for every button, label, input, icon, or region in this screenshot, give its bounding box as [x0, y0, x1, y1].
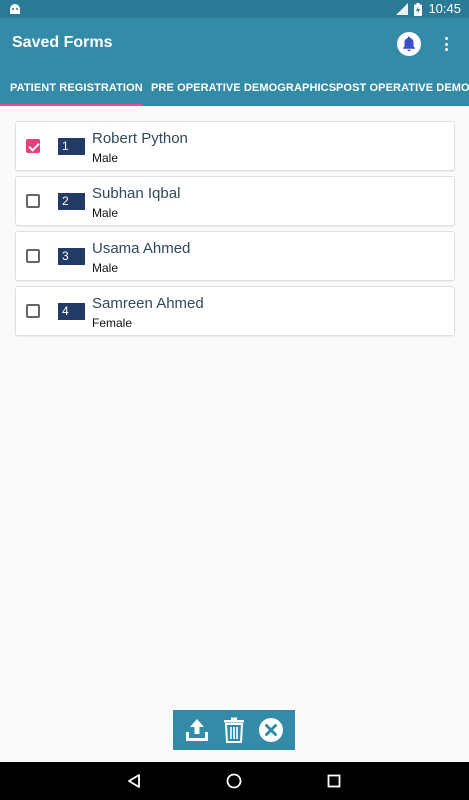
status-bar: 10:45	[0, 0, 469, 18]
close-button[interactable]	[257, 716, 285, 744]
patient-gender: Male	[92, 206, 119, 220]
close-icon	[258, 718, 283, 742]
more-vert-icon	[444, 37, 448, 40]
saved-forms-list: 1 Robert Python Male 2 Subhan Iqbal Male…	[15, 121, 455, 341]
patient-gender: Female	[92, 316, 133, 330]
form-number-badge: 1	[58, 138, 85, 155]
upload-icon	[186, 719, 209, 741]
form-number-badge: 2	[58, 193, 85, 210]
patient-name: Samreen Ahmed	[92, 295, 204, 312]
bell-icon	[403, 36, 415, 52]
action-toolbar	[173, 710, 295, 750]
android-icon	[10, 4, 20, 14]
patient-gender: Male	[92, 151, 119, 165]
tab-indicator	[0, 104, 142, 106]
tab-bar: PATIENT REGISTRATION PRE OPERATIVE DEMOG…	[0, 70, 469, 106]
delete-icon	[223, 717, 244, 743]
patient-name: Robert Python	[92, 130, 188, 147]
list-item[interactable]: 2 Subhan Iqbal Male	[15, 176, 455, 226]
tab-pre-operative-demographics[interactable]: PRE OPERATIVE DEMOGRAPHICS	[151, 70, 336, 106]
form-number-badge: 4	[58, 303, 85, 320]
select-checkbox[interactable]	[26, 249, 40, 263]
select-checkbox[interactable]	[26, 304, 40, 318]
more-options-button[interactable]	[440, 35, 452, 53]
tab-post-operative-demographics[interactable]: POST OPERATIVE DEMOGRAPHICS	[336, 70, 469, 106]
clock: 10:45	[428, 1, 461, 16]
upload-button[interactable]	[183, 716, 211, 744]
back-icon	[128, 774, 140, 788]
list-item[interactable]: 1 Robert Python Male	[15, 121, 455, 171]
list-item[interactable]: 3 Usama Ahmed Male	[15, 231, 455, 281]
tab-patient-registration[interactable]: PATIENT REGISTRATION	[10, 70, 143, 106]
delete-button[interactable]	[220, 716, 248, 744]
home-icon	[226, 773, 242, 789]
patient-name: Usama Ahmed	[92, 240, 191, 257]
list-item[interactable]: 4 Samreen Ahmed Female	[15, 286, 455, 336]
back-button[interactable]	[124, 771, 144, 791]
app-bar: Saved Forms	[0, 18, 469, 70]
page-title: Saved Forms	[12, 34, 113, 51]
home-button[interactable]	[224, 771, 244, 791]
recents-button[interactable]	[324, 771, 344, 791]
select-checkbox[interactable]	[26, 139, 40, 153]
system-nav-bar	[0, 762, 469, 800]
battery-icon	[414, 2, 423, 16]
signal-icon	[396, 3, 409, 15]
select-checkbox[interactable]	[26, 194, 40, 208]
notifications-button[interactable]	[397, 32, 421, 56]
patient-name: Subhan Iqbal	[92, 185, 181, 202]
patient-gender: Male	[92, 261, 119, 275]
form-number-badge: 3	[58, 248, 85, 265]
recents-icon	[327, 774, 341, 788]
